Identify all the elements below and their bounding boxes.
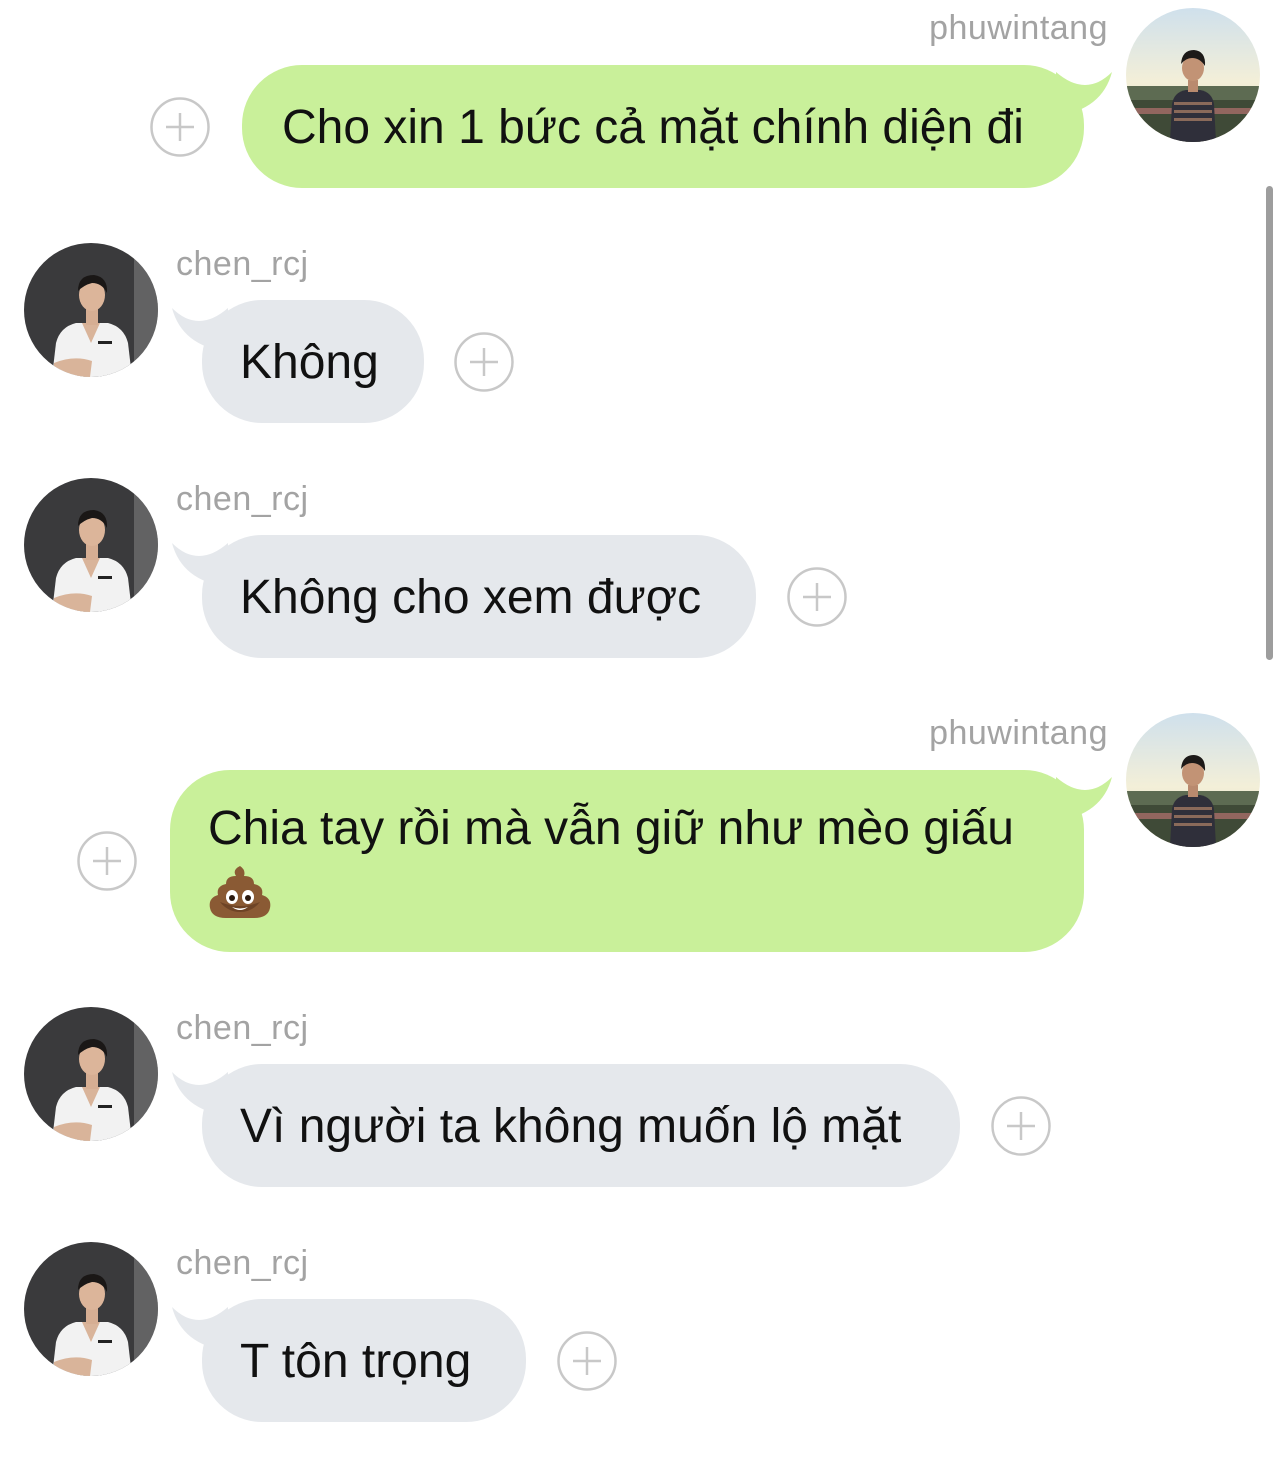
add-reaction-icon[interactable] [454, 332, 514, 392]
message-text: Không cho xem được [240, 571, 702, 624]
message-bubble[interactable]: Không [202, 300, 424, 423]
avatar[interactable] [24, 1007, 158, 1141]
message-text: Chia tay rồi mà vẫn giữ như mèo giấu [208, 802, 1014, 855]
sender-name: phuwintang [929, 714, 1108, 752]
add-reaction-icon[interactable] [77, 831, 137, 891]
scrollbar[interactable] [1266, 186, 1273, 660]
add-reaction-icon[interactable] [787, 567, 847, 627]
avatar[interactable] [1126, 713, 1260, 847]
message-bubble[interactable]: Chia tay rồi mà vẫn giữ như mèo giấu [170, 770, 1084, 952]
message-text: T tôn trọng [240, 1335, 472, 1388]
avatar[interactable] [24, 243, 158, 377]
avatar[interactable] [24, 1242, 158, 1376]
pile-of-poo-icon [209, 866, 271, 918]
sender-name: chen_rcj [176, 480, 309, 518]
avatar[interactable] [24, 478, 158, 612]
sender-name: phuwintang [929, 9, 1108, 47]
message-text: Vì người ta không muốn lộ mặt [240, 1100, 902, 1153]
sender-name: chen_rcj [176, 245, 309, 283]
add-reaction-icon[interactable] [150, 97, 210, 157]
add-reaction-icon[interactable] [991, 1096, 1051, 1156]
message-bubble[interactable]: Không cho xem được [202, 535, 756, 658]
sender-name: chen_rcj [176, 1244, 309, 1282]
chat-thread[interactable]: phuwintang Cho xin 1 bức cả mặt chính di… [0, 0, 1284, 1470]
message-text: Không [240, 336, 379, 389]
message-text: Cho xin 1 bức cả mặt chính diện đi [282, 101, 1024, 154]
avatar[interactable] [1126, 8, 1260, 142]
sender-name: chen_rcj [176, 1009, 309, 1047]
message-bubble[interactable]: T tôn trọng [202, 1299, 526, 1422]
add-reaction-icon[interactable] [557, 1331, 617, 1391]
message-bubble[interactable]: Vì người ta không muốn lộ mặt [202, 1064, 960, 1187]
message-bubble[interactable]: Cho xin 1 bức cả mặt chính diện đi [242, 65, 1084, 188]
